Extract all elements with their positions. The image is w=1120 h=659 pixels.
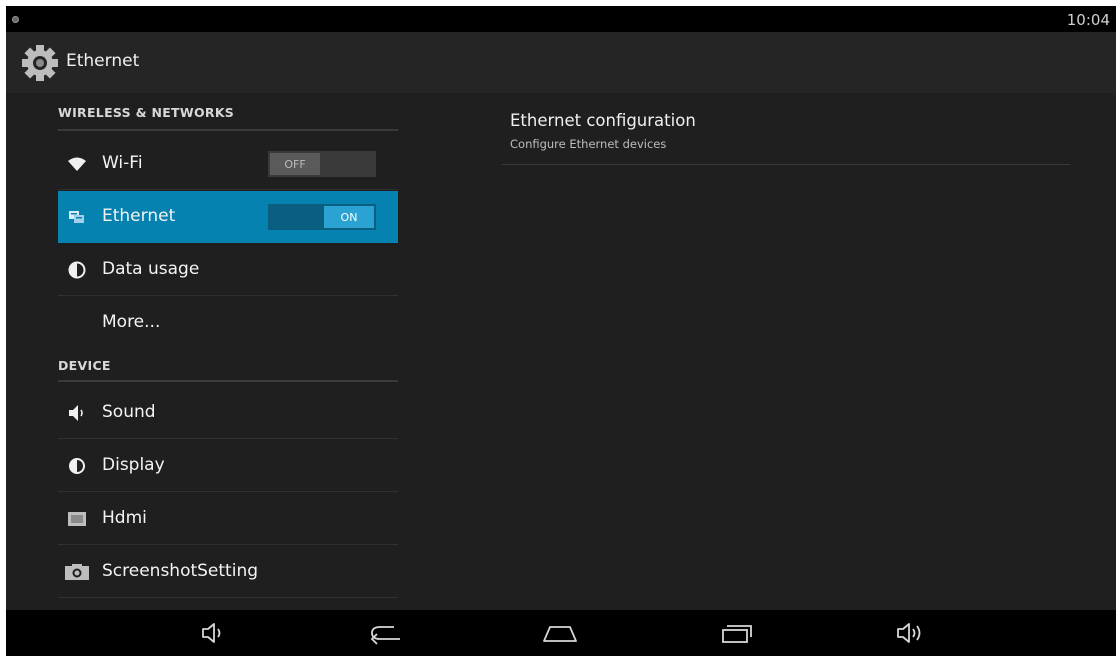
status-clock: 10:04	[1066, 11, 1110, 29]
section-header-wireless: WIRELESS & NETWORKS	[58, 105, 398, 131]
menu-item-label: Sound	[102, 402, 156, 422]
sound-icon	[66, 402, 88, 424]
section-header-label: WIRELESS & NETWORKS	[58, 105, 235, 120]
menu-item-label: Wi-Fi	[102, 153, 143, 173]
menu-item-label: Ethernet	[102, 206, 176, 226]
back-icon[interactable]	[366, 618, 406, 648]
home-icon[interactable]	[540, 618, 580, 648]
display-icon	[66, 455, 88, 477]
section-header-label: DEVICE	[58, 358, 111, 373]
wifi-icon	[66, 153, 88, 175]
settings-list: WIRELESS & NETWORKS Wi-Fi OFF Ethernet O…	[6, 93, 406, 610]
status-bar: 10:04	[6, 6, 1116, 32]
menu-item-sound[interactable]: Sound	[58, 387, 398, 439]
menu-item-ethernet[interactable]: Ethernet ON	[58, 191, 398, 243]
notification-dot-icon	[12, 16, 19, 23]
menu-item-label: Hdmi	[102, 508, 147, 528]
ethernet-icon	[66, 206, 88, 228]
data-usage-icon	[66, 259, 88, 281]
section-header-device: DEVICE	[58, 358, 398, 382]
preference-summary: Configure Ethernet devices	[510, 137, 667, 151]
menu-item-hdmi[interactable]: Hdmi	[58, 493, 398, 545]
camera-icon	[64, 561, 90, 583]
volume-up-icon[interactable]	[892, 618, 932, 648]
menu-item-more[interactable]: More...	[58, 297, 398, 349]
menu-item-label: Data usage	[102, 259, 200, 279]
ethernet-toggle[interactable]: ON	[268, 204, 376, 230]
toggle-state: ON	[324, 206, 374, 228]
android-screen: 10:04 Ethernet WIRELESS & NETWORKS Wi-Fi…	[6, 6, 1116, 656]
menu-item-label: Display	[102, 455, 165, 475]
wifi-toggle[interactable]: OFF	[268, 151, 376, 177]
navigation-bar	[6, 610, 1116, 656]
ethernet-configuration-item[interactable]: Ethernet configuration Configure Etherne…	[502, 107, 1070, 165]
toggle-state: OFF	[270, 153, 320, 175]
menu-item-data-usage[interactable]: Data usage	[58, 244, 398, 296]
menu-item-label: More...	[102, 312, 161, 332]
menu-item-screenshot-setting[interactable]: ScreenshotSetting	[58, 546, 398, 598]
preference-title: Ethernet configuration	[510, 111, 696, 130]
menu-item-display[interactable]: Display	[58, 440, 398, 492]
hdmi-icon	[66, 508, 88, 530]
action-bar-title: Ethernet	[66, 51, 140, 71]
settings-gear-icon[interactable]	[20, 43, 60, 83]
menu-item-wifi[interactable]: Wi-Fi OFF	[58, 138, 398, 190]
action-bar: Ethernet	[6, 32, 1116, 93]
recents-icon[interactable]	[716, 618, 756, 648]
volume-down-icon[interactable]	[194, 618, 234, 648]
menu-item-label: ScreenshotSetting	[102, 561, 259, 581]
detail-pane: Ethernet configuration Configure Etherne…	[406, 93, 1116, 610]
